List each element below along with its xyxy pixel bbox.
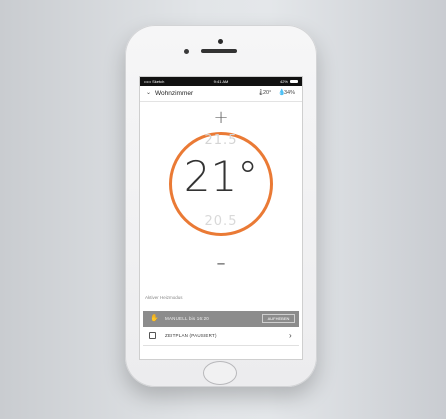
humidity-value: 34% <box>284 90 296 96</box>
chevron-right-icon: › <box>289 331 292 340</box>
next-lower-temperature: 20.5 <box>204 214 238 229</box>
front-camera <box>184 49 189 54</box>
increase-temperature-button[interactable]: + <box>211 109 231 127</box>
target-temperature: 21° <box>183 152 259 201</box>
earpiece-speaker <box>201 49 237 53</box>
active-mode-label: Aktiver Heizmodus <box>145 295 183 300</box>
phone-frame: ••••• Sketch 9:41 AM 42% ⌄ Wohnzimmer 🌡 … <box>125 25 317 387</box>
calendar-icon <box>149 332 156 339</box>
cancel-manual-button[interactable]: AUFHEBEN <box>262 314 295 323</box>
schedule-row[interactable]: ZEITPLAN (PAUSIERT) › <box>143 328 299 346</box>
battery-icon <box>290 80 298 83</box>
next-higher-temperature: 21.5 <box>204 133 238 148</box>
app-screen: ••••• Sketch 9:41 AM 42% ⌄ Wohnzimmer 🌡 … <box>139 76 303 360</box>
header-divider <box>140 101 302 102</box>
manual-mode-text: MANUELL bis 16:20 <box>165 316 210 321</box>
room-header: ⌄ Wohnzimmer 🌡 20° 💧 34% <box>140 87 302 101</box>
chevron-down-icon[interactable]: ⌄ <box>146 89 151 96</box>
status-bar: ••••• Sketch 9:41 AM 42% <box>140 77 302 86</box>
clock: 9:41 AM <box>213 79 229 84</box>
hand-icon: ✋ <box>150 315 159 322</box>
manual-mode-bar: ✋ MANUELL bis 16:20 AUFHEBEN <box>143 311 299 327</box>
schedule-text: ZEITPLAN (PAUSIERT) <box>165 333 217 338</box>
current-temperature: 20° <box>263 90 272 96</box>
battery-percent: 42% <box>279 79 288 84</box>
decrease-temperature-button[interactable]: – <box>211 255 231 273</box>
home-button[interactable] <box>203 361 237 385</box>
room-title[interactable]: Wohnzimmer <box>155 90 193 97</box>
proximity-sensor <box>218 39 223 44</box>
